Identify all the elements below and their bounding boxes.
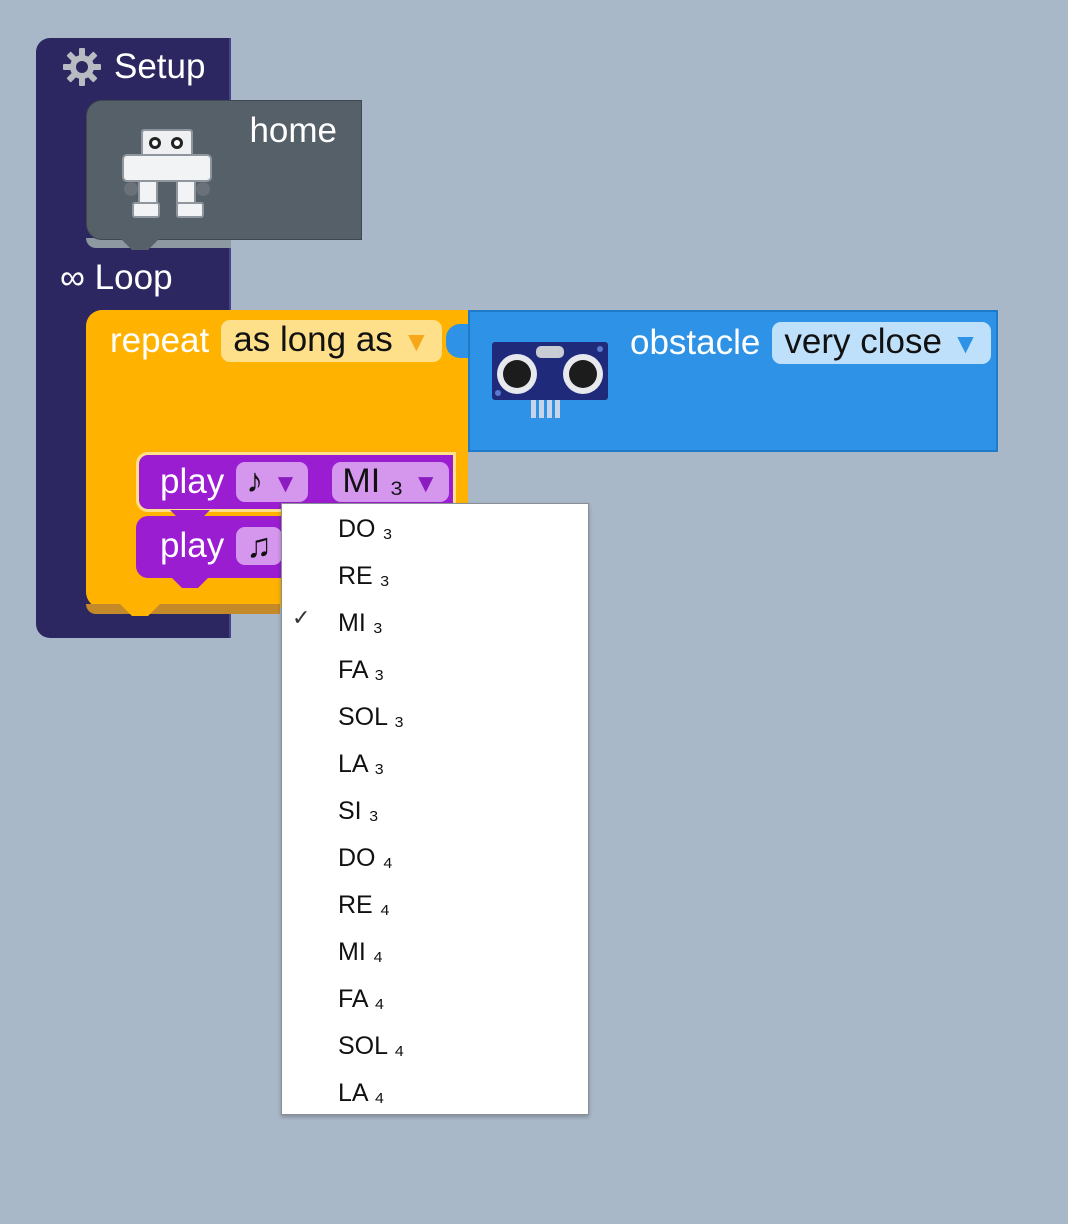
ultrasonic-sensor-icon (491, 342, 609, 422)
repeat-mode-value: as long as (233, 320, 393, 359)
dropdown-option[interactable]: SOL ₃ (282, 694, 588, 741)
dropdown-option[interactable]: LA ₃ (282, 741, 588, 788)
setup-label: Setup (114, 47, 206, 86)
chevron-down-icon: ▼ (402, 326, 431, 357)
note-dropdown[interactable]: MI ₃ ▼ (332, 462, 449, 502)
loop-label: ∞ Loop (60, 258, 173, 297)
play-block-1-content: play ♪ ▼ MI ₃ ▼ (160, 462, 449, 502)
dropdown-option-label: DO ₄ (338, 844, 393, 872)
repeat-label: repeat (110, 321, 210, 360)
dropdown-option-label: RE ₄ (338, 891, 390, 919)
dropdown-option-label: SI ₃ (338, 797, 379, 825)
dropdown-option[interactable]: FA ₄ (282, 976, 588, 1023)
duration-dropdown[interactable]: ♪ ▼ (236, 462, 309, 502)
dropdown-option[interactable]: RE ₃ (282, 553, 588, 600)
repeat-header: repeat as long as ▼ (110, 320, 443, 362)
distance-dropdown[interactable]: very close ▼ (772, 322, 992, 364)
dropdown-option-label: DO ₃ (338, 515, 393, 543)
repeat-block-shadow (86, 604, 280, 614)
note-dropdown-menu[interactable]: DO ₃ RE ₃ ✓ MI ₃ FA ₃ SOL ₃ LA ₃ SI ₃ DO ₄ RE ₄ MI… (281, 503, 589, 1115)
play-label: play (160, 462, 225, 501)
dropdown-option[interactable]: LA ₄ (282, 1070, 588, 1117)
dropdown-option-label: FA ₄ (338, 985, 385, 1013)
repeat-mode-dropdown[interactable]: as long as ▼ (221, 320, 443, 362)
distance-value: very close (784, 322, 942, 361)
dropdown-option[interactable]: SI ₃ (282, 788, 588, 835)
dropdown-option[interactable]: DO ₄ (282, 835, 588, 882)
home-block[interactable]: home (86, 100, 362, 240)
play-block-2-content: play ♫ (160, 526, 282, 566)
dropdown-option-label: SOL ₄ (338, 1032, 405, 1060)
play-label: play (160, 526, 225, 565)
chevron-down-icon: ▼ (412, 468, 439, 498)
obstacle-block[interactable]: obstacle very close ▼ (468, 310, 998, 452)
dropdown-option-label: MI ₃ (338, 609, 383, 637)
dropdown-option-label: MI ₄ (338, 938, 383, 966)
dropdown-option-label: SOL ₃ (338, 703, 405, 731)
home-label: home (249, 111, 337, 150)
dropdown-option[interactable]: FA ₃ (282, 647, 588, 694)
dropdown-option[interactable]: ✓ MI ₃ (282, 600, 588, 647)
chevron-down-icon: ▼ (272, 468, 299, 498)
dropdown-option[interactable]: MI ₄ (282, 929, 588, 976)
dropdown-option-label: RE ₃ (338, 562, 390, 590)
robot-icon (121, 127, 213, 221)
obstacle-header: obstacle very close ▼ (630, 322, 992, 364)
dropdown-option[interactable]: RE ₄ (282, 882, 588, 929)
gear-icon (62, 47, 102, 87)
note-value: MI ₃ (342, 462, 404, 500)
dropdown-option[interactable]: DO ₃ (282, 506, 588, 553)
duration-dropdown[interactable]: ♫ (236, 527, 282, 565)
checkmark-icon: ✓ (292, 605, 311, 630)
obstacle-label: obstacle (630, 323, 761, 362)
beamed-notes-icon: ♫ (246, 527, 272, 565)
dropdown-option-label: FA ₃ (338, 656, 385, 684)
chevron-down-icon: ▼ (951, 328, 980, 359)
dropdown-option-label: LA ₃ (338, 750, 385, 778)
dropdown-option[interactable]: SOL ₄ (282, 1023, 588, 1070)
setup-header: Setup (62, 44, 205, 90)
dropdown-option-label: LA ₄ (338, 1079, 385, 1107)
eighth-note-icon: ♪ (246, 462, 264, 500)
